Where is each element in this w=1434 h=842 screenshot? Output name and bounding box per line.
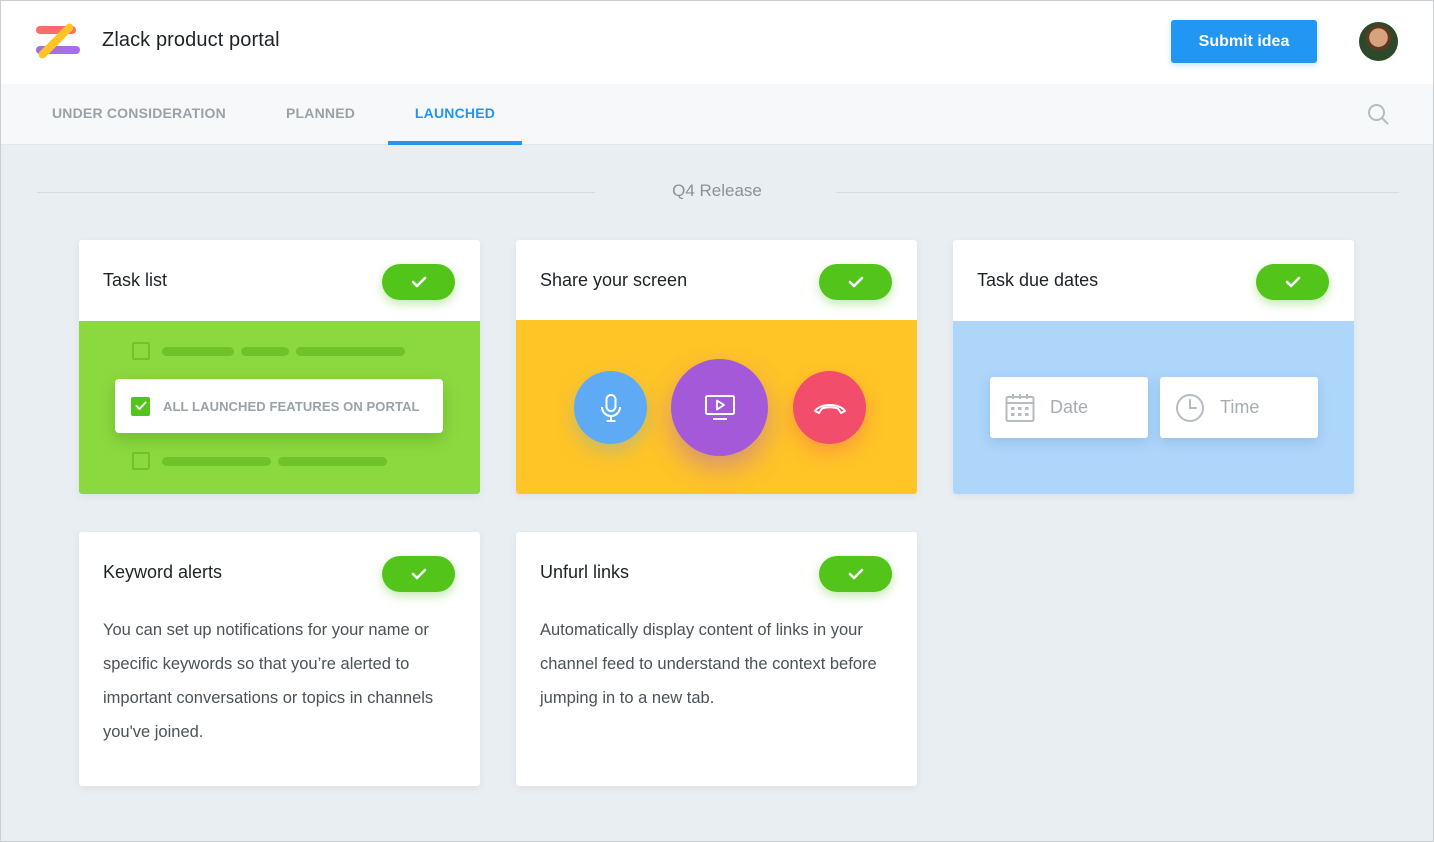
placeholder-task-row (132, 342, 405, 360)
check-icon (411, 276, 426, 288)
check-icon (848, 276, 863, 288)
checkbox-icon (132, 452, 150, 470)
hang-up-icon[interactable] (793, 371, 866, 444)
feature-card-unfurl-links[interactable]: Unfurl links Automatically display conte… (516, 532, 917, 786)
user-avatar[interactable] (1359, 22, 1398, 61)
card-description: You can set up notifications for your na… (103, 621, 434, 741)
card-title: Task list (103, 270, 168, 290)
highlighted-task-item: ALL LAUNCHED FEATURES ON PORTAL (115, 379, 443, 433)
clock-icon (1176, 393, 1204, 422)
section-title: Q4 Release (672, 181, 762, 200)
card-title: Unfurl links (540, 562, 630, 582)
screen-share-icon[interactable] (671, 359, 768, 456)
checkbox-icon (132, 342, 150, 360)
card-title: Keyword alerts (103, 562, 223, 582)
check-icon (848, 568, 863, 580)
top-header: Zlack product portal Submit idea (0, 0, 1434, 84)
tab-under-consideration[interactable]: UNDER CONSIDERATION (52, 84, 237, 145)
calendar-icon (1005, 393, 1035, 422)
feature-card-keyword-alerts[interactable]: Keyword alerts You can set up notificati… (79, 532, 480, 786)
placeholder-task-row (132, 452, 387, 470)
tab-bar: UNDER CONSIDERATION PLANNED LAUNCHED (0, 84, 1434, 145)
task-item-label: ALL LAUNCHED FEATURES ON PORTAL (163, 398, 420, 414)
feature-card-task-list[interactable]: Task list ALL LAUNCHED FEATURES ON PORTA… (79, 240, 480, 494)
due-dates-illustration: Date Time (953, 321, 1354, 494)
card-title: Share your screen (540, 270, 688, 290)
date-field[interactable]: Date (990, 377, 1148, 438)
feature-card-task-due-dates[interactable]: Task due dates Date Time (953, 240, 1354, 494)
card-description: Automatically display content of links i… (540, 621, 877, 707)
launched-toggle[interactable] (382, 264, 455, 300)
checked-checkbox-icon (131, 396, 150, 416)
app-title: Zlack product portal (102, 29, 280, 51)
check-icon (411, 568, 426, 580)
launched-toggle[interactable] (382, 556, 455, 592)
time-placeholder: Time (1220, 397, 1260, 417)
check-icon (1285, 276, 1300, 288)
time-field[interactable]: Time (1160, 377, 1318, 438)
card-title: Task due dates (977, 270, 1099, 290)
task-list-illustration: ALL LAUNCHED FEATURES ON PORTAL (79, 321, 480, 494)
tab-launched[interactable]: LAUNCHED (388, 84, 522, 145)
tab-planned[interactable]: PLANNED (286, 84, 360, 145)
launched-toggle[interactable] (819, 556, 892, 592)
section-divider-left (37, 192, 595, 193)
date-placeholder: Date (1050, 397, 1089, 417)
share-screen-illustration (516, 320, 917, 494)
zlack-logo-icon[interactable] (34, 20, 82, 62)
section-divider-right (836, 192, 1399, 193)
launched-toggle[interactable] (819, 264, 892, 300)
submit-idea-button[interactable]: Submit idea (1171, 20, 1317, 63)
feature-card-share-screen[interactable]: Share your screen (516, 240, 917, 494)
search-icon[interactable] (1367, 103, 1389, 125)
microphone-icon[interactable] (574, 371, 647, 444)
launched-toggle[interactable] (1256, 264, 1329, 300)
